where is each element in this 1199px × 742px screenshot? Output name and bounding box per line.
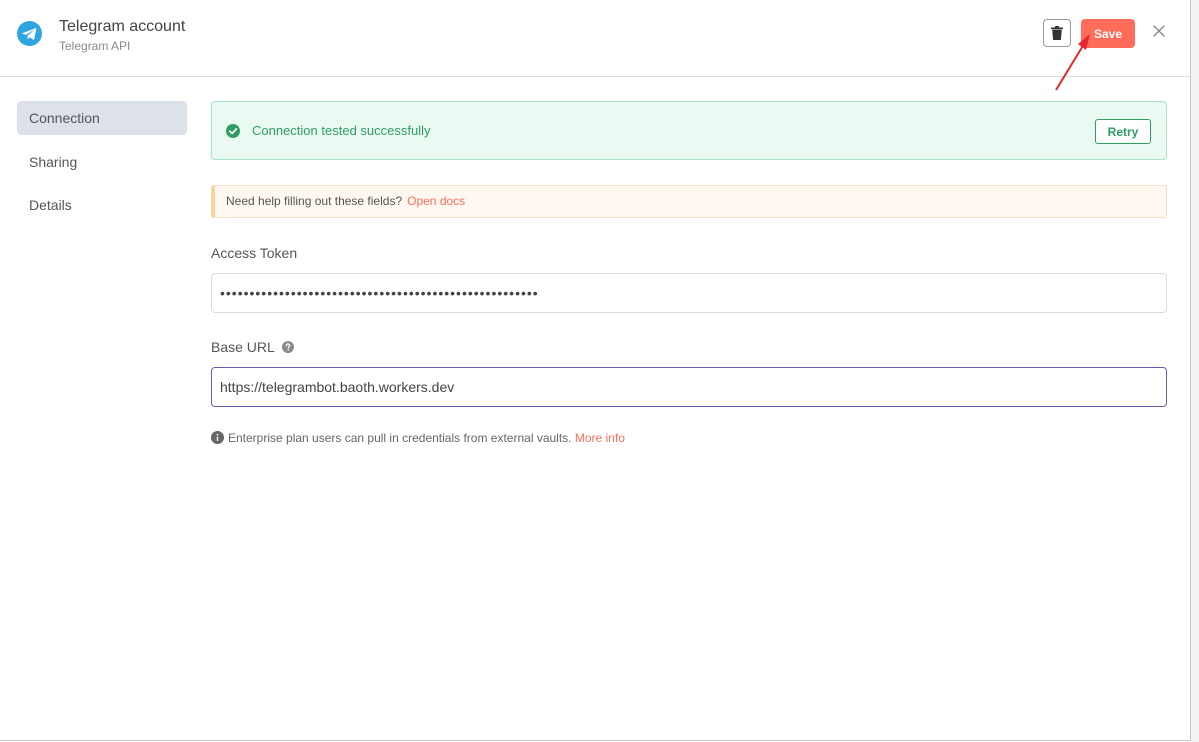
access-token-label: Access Token: [211, 245, 298, 261]
open-docs-link[interactable]: Open docs: [407, 194, 465, 208]
help-text: Need help filling out these fields?: [226, 194, 403, 208]
modal-header: Telegram account Telegram API Save: [0, 0, 1190, 91]
connection-status-banner: Connection tested successfully Retry: [211, 101, 1167, 160]
sidebar-item-details[interactable]: Details: [17, 188, 187, 222]
telegram-logo-icon: [17, 21, 42, 46]
page-subtitle: Telegram API: [59, 39, 131, 53]
close-icon[interactable]: [1151, 23, 1167, 39]
status-message: Connection tested successfully: [252, 123, 431, 138]
info-circle-icon: [211, 431, 224, 444]
backdrop-edge: [1191, 0, 1199, 742]
page-title: Telegram account: [59, 18, 186, 35]
info-text: Enterprise plan users can pull in creden…: [228, 431, 572, 445]
sidebar-item-sharing[interactable]: Sharing: [17, 145, 187, 179]
retry-button[interactable]: Retry: [1095, 119, 1151, 144]
vault-info: Enterprise plan users can pull in creden…: [211, 431, 625, 445]
annotation-arrow-icon: [1055, 34, 1090, 91]
question-circle-icon[interactable]: [282, 341, 295, 353]
base-url-label-text: Base URL: [211, 339, 275, 355]
access-token-input[interactable]: [211, 273, 1167, 313]
base-url-input[interactable]: [211, 367, 1167, 407]
more-info-link[interactable]: More info: [575, 431, 625, 445]
credential-modal: Telegram account Telegram API Save Conne…: [0, 0, 1191, 741]
help-notice: Need help filling out these fields? Open …: [211, 185, 1167, 218]
base-url-label: Base URL: [211, 339, 295, 355]
check-circle-icon: [226, 124, 240, 138]
sidebar-item-connection[interactable]: Connection: [17, 101, 187, 135]
